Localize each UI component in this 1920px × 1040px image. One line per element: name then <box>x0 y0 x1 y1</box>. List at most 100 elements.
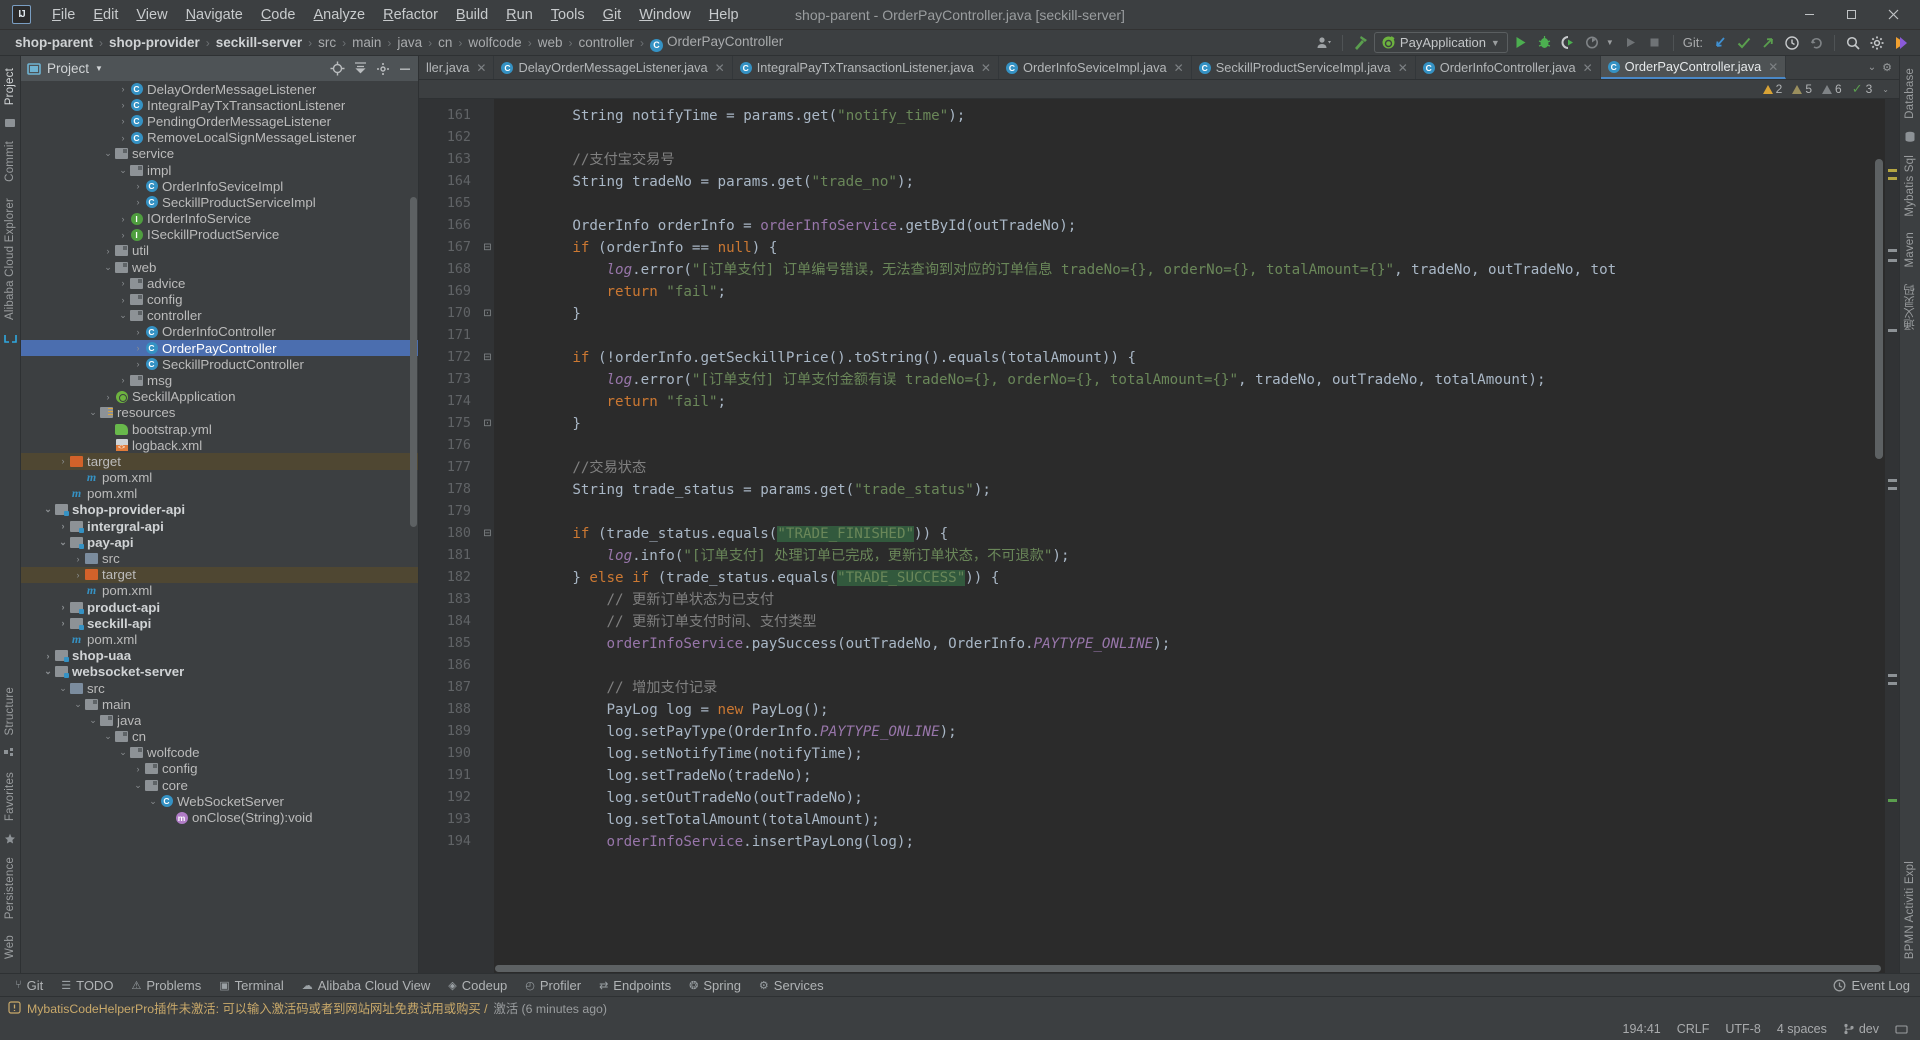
tree-expand-arrow[interactable]: ⌄ <box>72 699 84 710</box>
stripe-marker[interactable] <box>1888 177 1897 180</box>
breadcrumb-seckill-server[interactable]: seckill-server <box>211 34 307 51</box>
tree-node-web[interactable]: ⌄ web <box>21 259 418 275</box>
breadcrumb-current-class[interactable]: C OrderPayController <box>645 33 788 53</box>
line-number[interactable]: 180 <box>419 523 481 545</box>
tree-expand-arrow[interactable]: › <box>132 181 144 191</box>
close-tab-icon[interactable]: ✕ <box>1583 61 1593 75</box>
line-number[interactable]: 192 <box>419 787 481 809</box>
tree-expand-arrow[interactable]: › <box>57 618 69 628</box>
breadcrumb-cn[interactable]: cn <box>433 34 457 51</box>
line-number[interactable]: 167 <box>419 237 481 259</box>
code-line[interactable]: log.setPayType(OrderInfo.PAYTYPE_ONLINE)… <box>504 721 1885 743</box>
code-line[interactable] <box>504 193 1885 215</box>
tree-expand-arrow[interactable]: › <box>117 295 129 305</box>
tree-node-seckillapplication[interactable]: › SeckillApplication <box>21 389 418 405</box>
editor-horizontal-scrollbar[interactable] <box>495 965 1881 972</box>
run-coverage-icon[interactable] <box>1558 32 1580 54</box>
rerun-icon[interactable] <box>1620 32 1642 54</box>
tree-node-websocket-server[interactable]: ⌄ websocket-server <box>21 664 418 680</box>
code-line[interactable]: orderInfoService.insertPayLong(log); <box>504 831 1885 853</box>
code-editor[interactable]: 161 162 163 164 165 166 167 168 169 170 171 172 173 1… <box>419 99 1899 973</box>
code-line[interactable] <box>504 127 1885 149</box>
menu-window[interactable]: Window <box>630 4 700 26</box>
breadcrumb-main[interactable]: main <box>347 34 386 51</box>
editor-tab-orderpaycontroller-java[interactable]: C OrderPayController.java ✕ <box>1600 56 1787 79</box>
line-separator[interactable]: CRLF <box>1677 1022 1710 1036</box>
tree-node-impl[interactable]: ⌄ impl <box>21 162 418 178</box>
tree-node-seckill-api[interactable]: › seckill-api <box>21 615 418 631</box>
tree-node-bootstrap-yml[interactable]: › bootstrap.yml <box>21 421 418 437</box>
inspection-ok[interactable]: ✓ 3 <box>1852 81 1873 97</box>
stripe-marker[interactable] <box>1888 487 1897 490</box>
line-number[interactable]: 173 <box>419 369 481 391</box>
tree-node-integralpaytxtransactionlistener[interactable]: › C IntegralPayTxTransactionListener <box>21 97 418 113</box>
tree-node-config[interactable]: › config <box>21 761 418 777</box>
code-line[interactable]: if (orderInfo == null) { <box>504 237 1885 259</box>
tree-expand-arrow[interactable]: › <box>72 554 84 564</box>
tree-node-controller[interactable]: ⌄ controller <box>21 308 418 324</box>
fold-marker-icon[interactable]: ⊟ <box>481 347 494 369</box>
tree-expand-arrow[interactable]: › <box>102 440 114 450</box>
editor-tab-orderinfoseviceimpl-java[interactable]: C OrderInfoSeviceImpl.java ✕ <box>999 56 1192 79</box>
menu-build[interactable]: Build <box>447 4 497 26</box>
maximize-button[interactable] <box>1830 1 1872 29</box>
tool-window-terminal[interactable]: ▣ Terminal <box>210 976 293 995</box>
error-stripe-marker-bar[interactable] <box>1885 99 1899 973</box>
tree-expand-arrow[interactable]: › <box>117 214 129 224</box>
line-number[interactable]: 183 <box>419 589 481 611</box>
tree-node-pom-xml[interactable]: ›m pom.xml <box>21 583 418 599</box>
line-number[interactable]: 178 <box>419 479 481 501</box>
tree-expand-arrow[interactable]: › <box>57 521 69 531</box>
debug-icon[interactable] <box>1534 32 1556 54</box>
breadcrumb-shop-provider[interactable]: shop-provider <box>104 34 205 51</box>
tree-node-main[interactable]: ⌄ main <box>21 696 418 712</box>
line-number[interactable]: 175 <box>419 413 481 435</box>
code-line[interactable]: //支付宝交易号 <box>504 149 1885 171</box>
database-icon[interactable] <box>1904 131 1916 143</box>
stripe-marker[interactable] <box>1888 169 1897 172</box>
tree-expand-arrow[interactable]: › <box>72 473 84 483</box>
stripe-marker[interactable] <box>1888 682 1897 685</box>
code-line[interactable]: OrderInfo orderInfo = orderInfoService.g… <box>504 215 1885 237</box>
tree-expand-arrow[interactable]: › <box>102 246 114 256</box>
project-tree-scrollbar[interactable] <box>410 197 417 527</box>
ai-assistant-icon[interactable] <box>1890 32 1912 54</box>
indent-setting[interactable]: 4 spaces <box>1777 1022 1827 1036</box>
tree-node-orderpaycontroller[interactable]: › C OrderPayController <box>21 340 418 357</box>
tree-expand-arrow[interactable]: ⌄ <box>42 504 54 515</box>
line-number[interactable]: 165 <box>419 193 481 215</box>
code-line[interactable]: String trade_status = params.get("trade_… <box>504 479 1885 501</box>
tree-node-pom-xml[interactable]: ›m pom.xml <box>21 631 418 647</box>
history-icon[interactable] <box>1781 32 1803 54</box>
tree-expand-arrow[interactable]: › <box>117 230 129 240</box>
line-number[interactable]: 190 <box>419 743 481 765</box>
tree-node-target[interactable]: › target <box>21 566 418 583</box>
line-number[interactable]: 191 <box>419 765 481 787</box>
code-line[interactable]: String notifyTime = params.get("notify_t… <box>504 105 1885 127</box>
tree-expand-arrow[interactable]: › <box>57 489 69 499</box>
tree-expand-arrow[interactable]: ⌄ <box>132 780 144 791</box>
inspections-chevron-icon[interactable]: ⌄ <box>1882 85 1889 94</box>
tree-expand-arrow[interactable]: › <box>72 570 84 580</box>
line-number[interactable]: 166 <box>419 215 481 237</box>
tree-expand-arrow[interactable]: › <box>132 343 144 353</box>
tree-expand-arrow[interactable]: ⌄ <box>57 537 69 548</box>
strip-item-bpmn-activiti[interactable]: BPMN Activiti Expl <box>1904 853 1916 967</box>
user-avatar-icon[interactable] <box>1313 32 1335 54</box>
line-number[interactable]: 193 <box>419 809 481 831</box>
tree-expand-arrow[interactable]: › <box>132 327 144 337</box>
code-line[interactable]: // 更新订单状态为已支付 <box>504 589 1885 611</box>
tree-node-orderinfoseviceimpl[interactable]: › C OrderInfoSeviceImpl <box>21 178 418 194</box>
code-line[interactable]: String tradeNo = params.get("trade_no"); <box>504 171 1885 193</box>
code-line[interactable] <box>504 435 1885 457</box>
git-push-icon[interactable] <box>1757 32 1779 54</box>
tree-expand-arrow[interactable]: ⌄ <box>117 165 129 176</box>
close-tab-icon[interactable]: ✕ <box>715 61 725 75</box>
code-line[interactable] <box>504 325 1885 347</box>
inspection-weak-warning[interactable]: 5 <box>1792 82 1812 96</box>
stripe-marker[interactable] <box>1888 249 1897 252</box>
editor-tab-integralpaytxtransactionlistener-java[interactable]: C IntegralPayTxTransactionListener.java ✕ <box>733 56 999 79</box>
line-number[interactable]: 161 <box>419 105 481 127</box>
line-number[interactable]: 188 <box>419 699 481 721</box>
line-number[interactable]: 176 <box>419 435 481 457</box>
